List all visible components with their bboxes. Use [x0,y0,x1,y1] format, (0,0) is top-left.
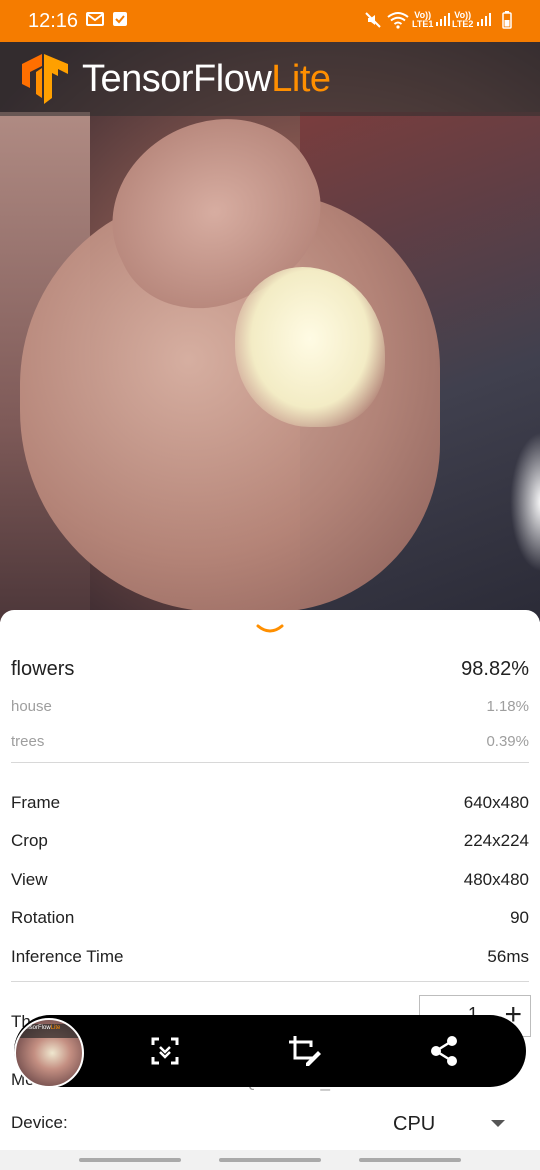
result-row-top: flowers 98.82% [11,658,529,681]
nav-recents-button[interactable] [79,1158,181,1162]
info-row-crop: Crop 224x224 [11,831,529,851]
info-row-inference-time: Inference Time 56ms [11,947,529,967]
info-value: 480x480 [463,870,529,889]
brand-accent: Lite [271,58,331,100]
status-time: 12:16 [28,10,79,32]
signal-lte2-icon: Vo)) LTE2 [452,10,474,29]
result-row: house 1.18% [11,698,529,715]
info-value: 640x480 [463,793,529,812]
info-key: Inference Time [11,947,124,966]
info-key: View [11,870,48,889]
app-title: TensorFlowLite [82,58,331,101]
divider [11,981,529,982]
result-score: 1.18% [486,698,529,715]
crop-edit-icon[interactable] [286,1033,322,1069]
scan-icon[interactable] [147,1033,183,1069]
battery-icon [502,11,512,34]
camera-preview [0,42,540,622]
info-value: 224x224 [463,831,529,850]
info-value: 56ms [487,947,529,966]
signal-lte1-icon: Vo)) LTE1 [412,10,434,29]
info-value: 90 [510,908,529,927]
nav-home-button[interactable] [219,1158,321,1162]
wifi-icon [387,11,409,34]
info-row-rotation: Rotation 90 [11,908,529,928]
info-key: Frame [11,793,61,812]
info-key: Rotation [11,908,75,927]
device-label: Device: [11,1113,68,1132]
divider [11,762,529,763]
signal-bars-2 [477,11,491,32]
result-label: house [11,698,52,715]
dropdown-caret-icon[interactable] [491,1120,505,1127]
info-key: Crop [11,831,48,850]
app-bar: TensorFlowLite [0,42,540,116]
result-score: 98.82% [461,658,529,680]
status-bar: 12:16 Vo)) LTE1 Vo)) LTE2 [0,0,540,42]
info-row-frame: Frame 640x480 [11,793,529,813]
result-label: trees [11,733,45,750]
share-icon[interactable] [426,1033,462,1069]
chevron-down-icon[interactable] [256,622,284,638]
brand-main: TensorFlow [82,58,272,100]
result-row: trees 0.39% [11,733,529,750]
device-select[interactable]: CPU [393,1113,435,1136]
info-row-view: View 480x480 [11,870,529,890]
result-score: 0.39% [486,733,529,750]
result-label: flowers [11,658,75,680]
tensorflow-logo-icon [22,54,68,104]
mail-sync-icon [86,11,104,32]
nav-back-button[interactable] [359,1158,461,1162]
check-box-icon [112,11,128,32]
signal-bars-1 [436,11,450,32]
capture-thumbnail[interactable]: TensorFlowLite [14,1018,84,1088]
mute-icon [364,11,382,34]
